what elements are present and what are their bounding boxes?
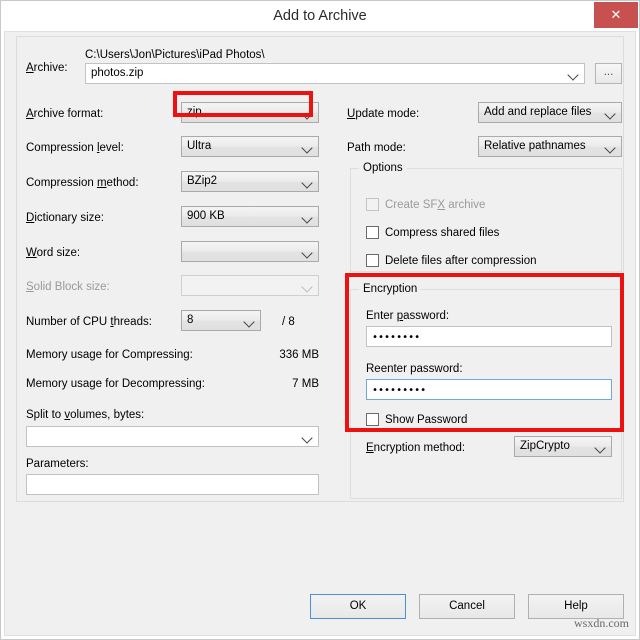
ok-button[interactable]: OK [310,594,406,619]
cpu-threads-combo[interactable]: 8 [181,310,261,331]
watermark: wsxdn.com [574,616,629,631]
split-volumes-label: Split to volumes, bytes: [26,408,144,422]
solid-block-size-combo [181,275,319,296]
close-icon[interactable]: ✕ [594,2,638,28]
checkbox-compress-shared-files[interactable] [366,226,379,239]
enter-password-value: •••••••• [372,327,420,346]
dictionary-size-value: 900 KB [187,207,298,226]
chevron-down-icon [301,175,314,188]
chevron-down-icon [604,106,617,119]
archive-filename-combo[interactable]: photos.zip [85,63,585,84]
chevron-down-icon [567,67,580,80]
reenter-password-label: Reenter password: [366,362,463,376]
title-bar: Add to Archive ✕ [1,1,639,31]
dictionary-size-combo[interactable]: 900 KB [181,206,319,227]
dialog-title: Add to Archive [1,1,639,31]
word-size-value [187,242,298,261]
checkbox-create-sfx-archive [366,198,379,211]
cpu-threads-label: Number of CPU threads: [26,315,152,329]
cpu-threads-value: 8 [187,311,240,330]
label-show-password: Show Password [385,413,467,427]
reenter-password-value: ••••••••• [372,380,426,399]
update-mode-label: Update mode: [347,107,419,121]
archive-filename-value: photos.zip [91,64,564,83]
label-compress-shared-files: Compress shared files [385,226,499,240]
chevron-down-icon [301,245,314,258]
chevron-down-icon [604,140,617,153]
archive-path-text: C:\Users\Jon\Pictures\iPad Photos\ [85,48,265,62]
label-create-sfx-archive: Create SFX archive [385,198,485,212]
split-volumes-combo[interactable] [26,426,319,447]
update-mode-value: Add and replace files [484,103,601,122]
parameters-input[interactable] [26,474,319,495]
memory-compress-value: 336 MB [217,348,319,362]
label-delete-files-after-compression: Delete files after compression [385,254,536,268]
archive-format-value: zip [187,103,298,122]
reenter-password-input[interactable]: ••••••••• [366,379,612,400]
chevron-down-icon [301,106,314,119]
encryption-method-value: ZipCrypto [520,437,591,456]
word-size-label: Word size: [26,246,80,260]
add-to-archive-dialog: Add to Archive ✕ Archive: C:\Users\Jon\P… [0,0,640,640]
compression-level-combo[interactable]: Ultra [181,136,319,157]
cpu-threads-max: / 8 [282,315,295,329]
chevron-down-icon [301,210,314,223]
checkbox-show-password[interactable] [366,413,379,426]
memory-decompress-value: 7 MB [217,377,319,391]
chevron-down-icon [243,314,256,327]
archive-format-label: Archive format: [26,107,103,121]
chevron-down-icon [301,279,314,292]
memory-decompress-label: Memory usage for Decompressing: [26,377,205,391]
archive-format-combo[interactable]: zip [181,102,319,123]
encryption-method-combo[interactable]: ZipCrypto [514,436,612,457]
checkbox-delete-files-after-compression[interactable] [366,254,379,267]
path-mode-combo[interactable]: Relative pathnames [478,136,622,157]
dialog-body: Archive: C:\Users\Jon\Pictures\iPad Phot… [4,31,636,636]
split-volumes-value [32,427,298,446]
chevron-down-icon [594,440,607,453]
compression-level-value: Ultra [187,137,298,156]
encryption-group-title: Encryption [359,283,421,296]
browse-button[interactable]: ... [595,63,622,84]
solid-block-size-label: Solid Block size: [26,280,110,294]
chevron-down-icon [301,430,314,443]
chevron-down-icon [301,140,314,153]
solid-block-size-value [187,276,298,295]
dictionary-size-label: Dictionary size: [26,211,104,225]
path-mode-label: Path mode: [347,141,406,155]
compression-level-label: Compression level: [26,141,124,155]
parameters-label: Parameters: [26,457,89,471]
enter-password-label: Enter password: [366,309,449,323]
update-mode-combo[interactable]: Add and replace files [478,102,622,123]
settings-panel: Archive: C:\Users\Jon\Pictures\iPad Phot… [16,36,624,502]
memory-compress-label: Memory usage for Compressing: [26,348,193,362]
compression-method-label: Compression method: [26,176,139,190]
compression-method-value: BZip2 [187,172,298,191]
encryption-method-label: Encryption method: [366,441,465,455]
enter-password-input[interactable]: •••••••• [366,326,612,347]
word-size-combo[interactable] [181,241,319,262]
compression-method-combo[interactable]: BZip2 [181,171,319,192]
options-group-title: Options [359,162,407,175]
archive-label: Archive: [26,61,68,75]
path-mode-value: Relative pathnames [484,137,601,156]
cancel-button[interactable]: Cancel [419,594,515,619]
